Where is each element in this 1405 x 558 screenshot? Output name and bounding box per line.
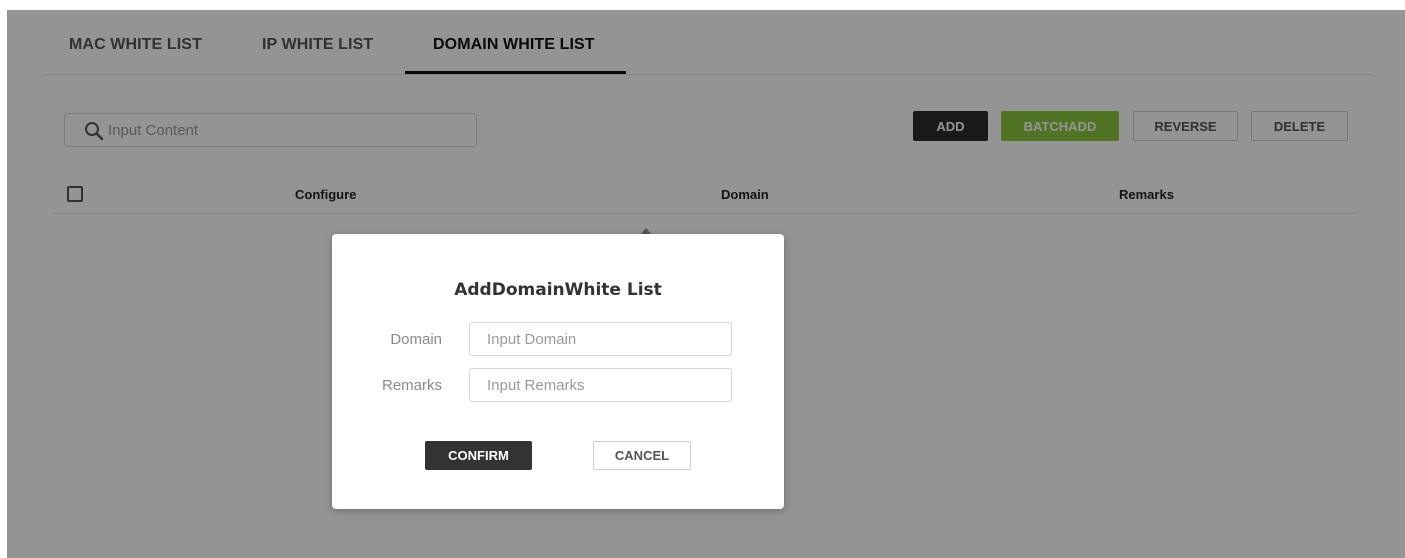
remarks-input[interactable] [469, 368, 732, 402]
domain-label: Domain [390, 331, 442, 348]
confirm-button[interactable]: CONFIRM [425, 441, 532, 470]
dialog-title: AddDomainWhite List [454, 280, 662, 300]
remarks-label: Remarks [381, 377, 442, 394]
add-domain-dialog: AddDomainWhite List Domain Remarks CONFI… [332, 234, 784, 509]
domain-input[interactable] [469, 322, 732, 356]
cancel-button[interactable]: CANCEL [593, 441, 691, 470]
